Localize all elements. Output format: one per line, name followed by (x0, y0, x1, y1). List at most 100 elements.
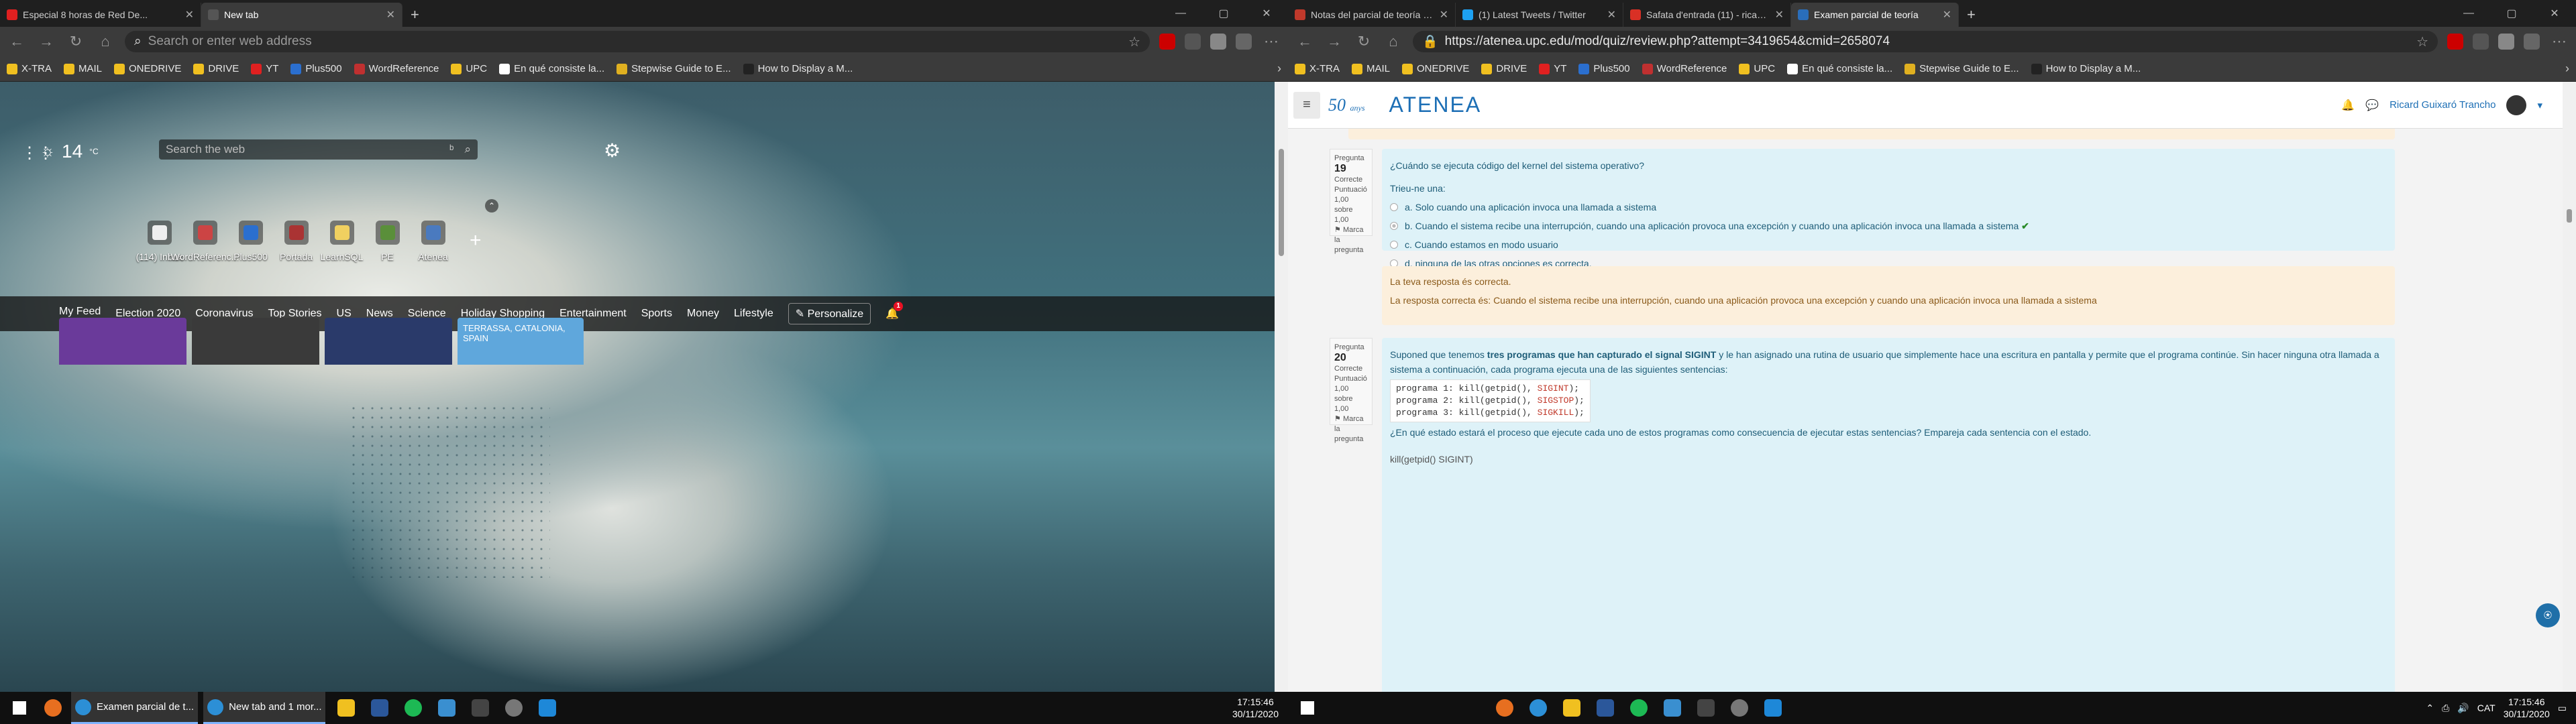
radio-button[interactable] (1390, 222, 1398, 230)
news-card[interactable] (59, 318, 186, 365)
refresh-icon[interactable]: ↻ (66, 33, 86, 50)
feed-tab[interactable]: Lifestyle (734, 308, 773, 320)
close-window-icon[interactable]: ✕ (2533, 7, 2576, 20)
gear-icon[interactable]: ⚙ (604, 139, 621, 162)
collections-icon[interactable] (2498, 34, 2514, 50)
tile-inbox[interactable]: (114) Inbox (136, 221, 182, 262)
web-search-box[interactable]: Search the web ᵇ ⌕ (159, 139, 478, 160)
feed-tab[interactable]: Sports (641, 308, 672, 320)
favorite-star-icon[interactable]: ☆ (2416, 34, 2428, 50)
address-bar[interactable]: 🔒 https://atenea.upc.edu/mod/quiz/review… (1413, 31, 2438, 52)
bookmark-mail[interactable]: MAIL (64, 63, 102, 74)
accessibility-icon[interactable]: ⍟ (2536, 603, 2560, 627)
new-tab-button[interactable]: + (1959, 3, 1984, 27)
bookmark-onedrive[interactable]: ONEDRIVE (1402, 63, 1469, 74)
scrollbar[interactable] (2563, 82, 2576, 692)
tile-atenea[interactable]: Atenea (418, 221, 448, 262)
maximize-icon[interactable]: ▢ (2490, 7, 2533, 20)
bookmark-google[interactable]: En qué consiste la... (1787, 63, 1892, 74)
close-icon[interactable]: ✕ (185, 8, 194, 21)
bookmark-onedrive[interactable]: ONEDRIVE (114, 63, 181, 74)
extension-icon[interactable] (1159, 34, 1175, 50)
tab-twitter[interactable]: (1) Latest Tweets / Twitter ✕ (1456, 3, 1623, 27)
maximize-icon[interactable]: ▢ (1202, 7, 1245, 20)
tab-gmail[interactable]: Safata d'entrada (11) - ricard.gu... ✕ (1623, 3, 1791, 27)
tab-notas[interactable]: Notas del parcial de teoría - Ra... ✕ (1288, 3, 1456, 27)
vscode-icon[interactable] (532, 692, 563, 724)
bookmark-yt[interactable]: YT (251, 63, 278, 74)
more-menu-icon[interactable]: ⋯ (2549, 33, 2569, 50)
extension-icon[interactable] (2473, 34, 2489, 50)
new-tab-button[interactable]: + (402, 3, 427, 27)
notifications-icon[interactable]: ▭ (2558, 703, 2567, 714)
clock[interactable]: 17:15:46 30/11/2020 (2504, 696, 2550, 720)
tile-portada[interactable]: Portada (280, 221, 313, 262)
clock[interactable]: 17:15:46 30/11/2020 (1232, 696, 1279, 720)
bookmark-wordreference[interactable]: WordReference (1642, 63, 1727, 74)
favorite-star-icon[interactable]: ☆ (1128, 34, 1140, 50)
home-icon[interactable]: ⌂ (1383, 33, 1403, 50)
tab-examen[interactable]: Examen parcial de teoría ✕ (1791, 3, 1959, 27)
close-icon[interactable]: ✕ (1440, 8, 1448, 21)
bookmark-xtra[interactable]: X-TRA (7, 63, 52, 74)
volume-icon[interactable]: 🔊 (2457, 703, 2469, 714)
forward-icon[interactable]: → (36, 33, 56, 50)
windows-start-icon[interactable] (4, 692, 35, 724)
photos-icon[interactable] (1657, 692, 1688, 724)
radio-button[interactable] (1390, 203, 1398, 211)
answer-option[interactable]: a. Solo cuando una aplicación invoca una… (1390, 200, 2387, 215)
news-card[interactable] (325, 318, 452, 365)
profile-icon[interactable] (1236, 34, 1252, 50)
extension-icon[interactable] (1185, 34, 1201, 50)
windows-start-icon[interactable] (1292, 692, 1323, 724)
calculator-icon[interactable] (465, 692, 496, 724)
word-icon[interactable] (364, 692, 395, 724)
word-icon[interactable] (1590, 692, 1621, 724)
bookmark-plus500[interactable]: Plus500 (1578, 63, 1630, 74)
close-icon[interactable]: ✕ (1943, 8, 1951, 21)
bookmark-drive[interactable]: DRIVE (1481, 63, 1527, 74)
back-icon[interactable]: ← (7, 33, 27, 50)
tab-youtube[interactable]: Especial 8 horas de Red De... ✕ (0, 3, 201, 27)
close-window-icon[interactable]: ✕ (1245, 7, 1288, 20)
personalize-button[interactable]: ✎ Personalize (788, 303, 871, 324)
bookmark-google[interactable]: En qué consiste la... (499, 63, 604, 74)
tile-plus500[interactable]: Plus500 (233, 221, 268, 262)
more-menu-icon[interactable]: ⋯ (1261, 33, 1281, 50)
photos-icon[interactable] (431, 692, 462, 724)
back-icon[interactable]: ← (1295, 33, 1315, 50)
spotify-icon[interactable] (398, 692, 429, 724)
edge-icon[interactable] (1523, 692, 1554, 724)
tab-new-tab[interactable]: New tab ✕ (201, 3, 402, 27)
atenea-logo[interactable]: ATENEA (1389, 93, 1482, 117)
home-icon[interactable]: ⌂ (95, 33, 115, 50)
upc-50-logo[interactable]: 50 anys (1328, 95, 1365, 115)
chevron-right-icon[interactable]: › (2565, 62, 2569, 76)
tile-learnsql[interactable]: LearnSQL (321, 221, 363, 262)
chat-icon[interactable]: 💬 (2365, 99, 2379, 112)
scrollbar[interactable] (1275, 82, 1288, 692)
bookmark-stepwise[interactable]: Stepwise Guide to E... (616, 63, 731, 74)
answer-option[interactable]: c. Cuando estamos en modo usuario (1390, 237, 2387, 252)
spotify-icon[interactable] (1623, 692, 1654, 724)
tray-chevron-icon[interactable]: ⌃ (2426, 703, 2434, 714)
bell-icon[interactable]: 🔔 1 (885, 302, 904, 320)
bookmark-yt[interactable]: YT (1539, 63, 1566, 74)
user-name[interactable]: Ricard Guixaró Trancho (2390, 99, 2496, 111)
feed-tab[interactable]: Money (687, 308, 719, 320)
taskbar-window-newtab[interactable]: New tab and 1 mor... (203, 692, 326, 724)
file-explorer-icon[interactable] (1556, 692, 1587, 724)
bing-icon[interactable]: ᵇ (449, 143, 453, 156)
bookmark-upc[interactable]: UPC (451, 63, 487, 74)
language-indicator[interactable]: CAT (2477, 703, 2496, 713)
flag-question[interactable]: ⚑ Marca la pregunta (1334, 226, 1364, 254)
settings-icon[interactable] (1724, 692, 1755, 724)
bookmark-drive[interactable]: DRIVE (193, 63, 239, 74)
firefox-icon[interactable] (1489, 692, 1520, 724)
bookmark-wordreference[interactable]: WordReference (354, 63, 439, 74)
add-tile-icon[interactable]: + (470, 229, 482, 252)
close-icon[interactable]: ✕ (1775, 8, 1784, 21)
bookmark-howto[interactable]: How to Display a M... (743, 63, 853, 74)
extension-icon[interactable] (2447, 34, 2463, 50)
flag-question[interactable]: ⚑ Marca la pregunta (1334, 415, 1364, 443)
